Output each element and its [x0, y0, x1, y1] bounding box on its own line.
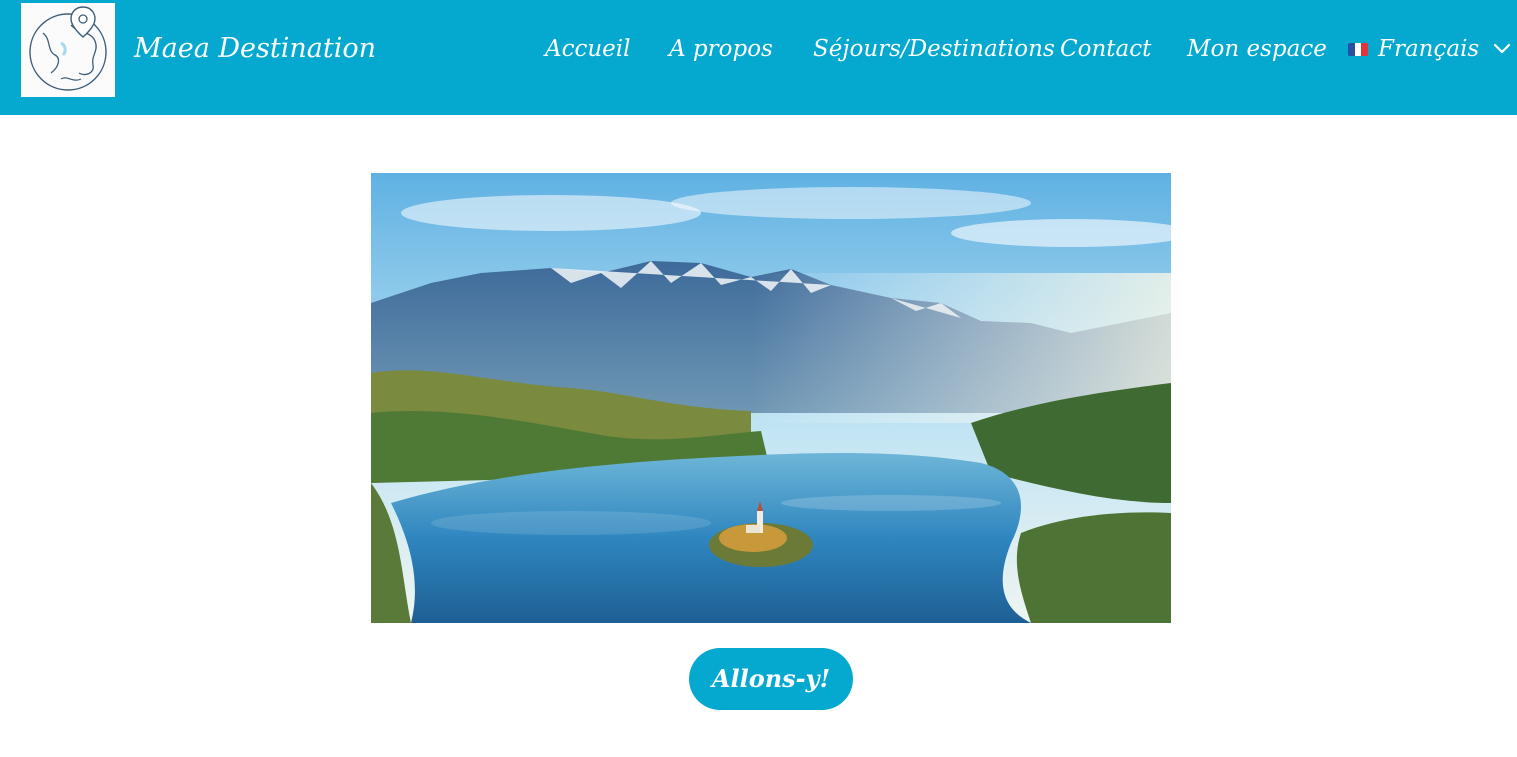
- language-selector[interactable]: Français: [1348, 30, 1511, 68]
- site-header: Maea Destination Accueil A propos Séjour…: [0, 0, 1517, 115]
- france-flag-icon: [1348, 42, 1368, 56]
- globe-pin-icon: [21, 3, 115, 97]
- nav-item-mon-espace[interactable]: Mon espace: [1187, 30, 1327, 68]
- site-title[interactable]: Maea Destination: [134, 30, 376, 68]
- language-label: Français: [1378, 36, 1480, 62]
- nav-item-a-propos[interactable]: A propos: [669, 30, 773, 68]
- chevron-down-icon: [1494, 43, 1511, 54]
- site-logo[interactable]: [21, 3, 115, 97]
- allons-y-button[interactable]: Allons-y!: [689, 648, 853, 710]
- nav-item-sejours-destinations[interactable]: Séjours/Destinations: [813, 30, 1055, 68]
- lake-island-mountains-image: [371, 173, 1171, 623]
- nav-item-accueil[interactable]: Accueil: [545, 30, 631, 68]
- nav-item-contact[interactable]: Contact: [1060, 30, 1151, 68]
- hero-image: [371, 173, 1171, 623]
